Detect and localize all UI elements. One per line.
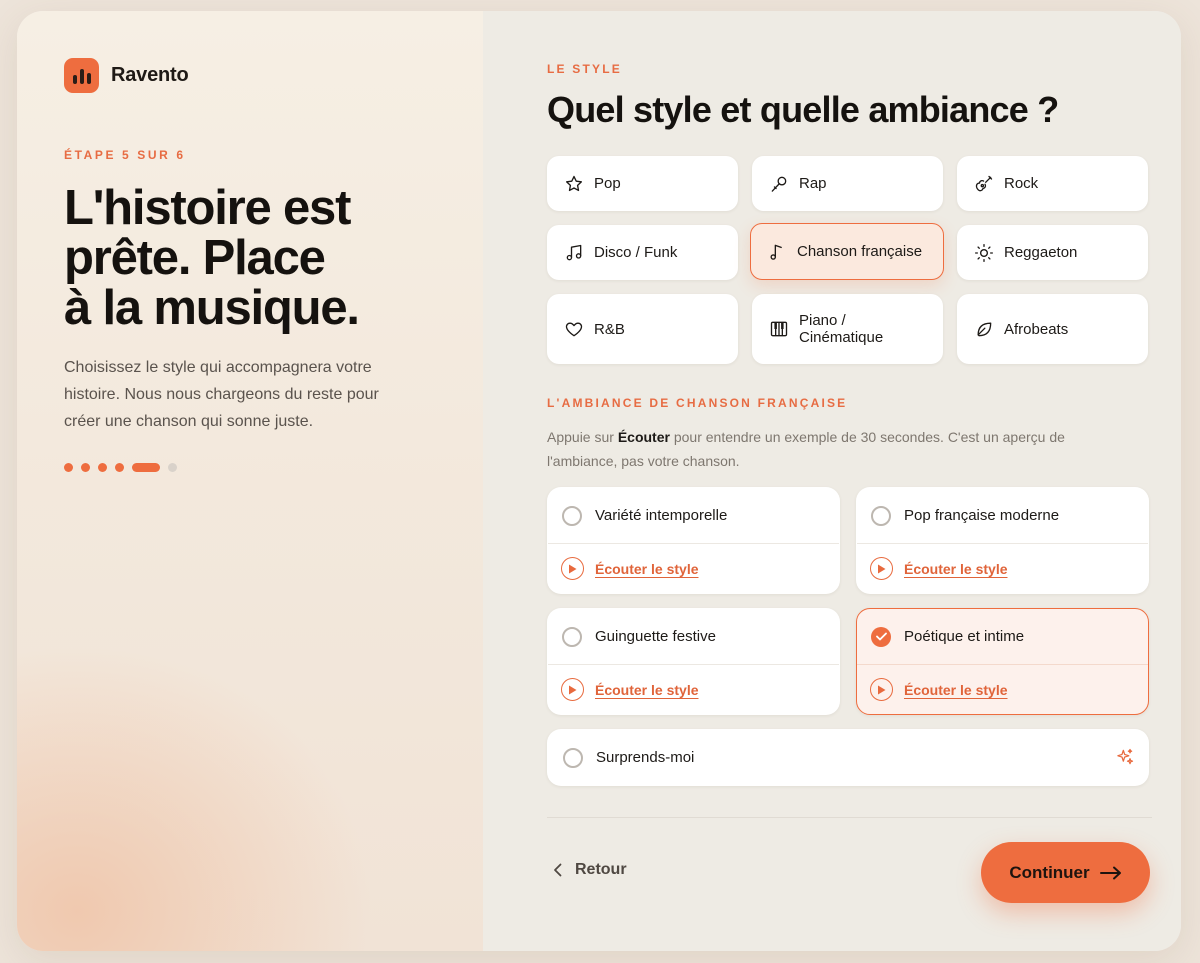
radio-checked-icon[interactable] bbox=[871, 626, 891, 647]
ambiance-option-variete: Variété intemporelle Écouter le style bbox=[547, 487, 840, 594]
listen-row: Écouter le style bbox=[857, 665, 1148, 714]
headline-line: prête. Place bbox=[64, 231, 326, 285]
listen-style-link[interactable]: Écouter le style bbox=[595, 561, 699, 577]
back-label: Retour bbox=[575, 861, 627, 878]
progress-dot-todo bbox=[168, 463, 177, 472]
style-section-label: LE STYLE bbox=[547, 62, 622, 76]
step-indicator: ÉTAPE 5 SUR 6 bbox=[64, 148, 186, 162]
ambiance-section-label: L'AMBIANCE DE CHANSON FRANÇAISE bbox=[547, 396, 848, 410]
headline-line: L'histoire est bbox=[64, 181, 351, 235]
hint-emphasis: Écouter bbox=[617, 429, 670, 445]
ambiance-select[interactable]: Pop française moderne bbox=[857, 488, 1148, 544]
guitar-icon bbox=[975, 175, 993, 191]
ambiance-option-surprise[interactable]: Surprends-moi bbox=[547, 729, 1149, 786]
progress-dots bbox=[64, 463, 177, 472]
ambiance-name: Pop française moderne bbox=[904, 507, 1060, 524]
music-notes-icon bbox=[566, 244, 582, 260]
microphone-icon bbox=[771, 176, 787, 192]
intro-headline: L'histoire est prête. Place à la musique… bbox=[64, 183, 444, 333]
ambiance-name: Variété intemporelle bbox=[595, 507, 728, 524]
genre-label: Afrobeats bbox=[1004, 320, 1069, 338]
genre-chanson-francaise[interactable]: Chanson française bbox=[750, 223, 944, 280]
listen-style-link[interactable]: Écouter le style bbox=[904, 561, 1008, 577]
play-icon[interactable] bbox=[561, 678, 584, 701]
page-title: Quel style et quelle ambiance ? bbox=[547, 89, 1059, 130]
sun-icon bbox=[975, 243, 993, 262]
genre-label: Rap bbox=[799, 175, 827, 192]
progress-dot-done bbox=[64, 463, 73, 472]
genre-label: Piano / Cinématique bbox=[799, 312, 884, 346]
brand: Ravento bbox=[64, 58, 189, 93]
headline-line: à la musique. bbox=[64, 281, 360, 335]
chevron-left-icon bbox=[554, 863, 562, 877]
radio-button[interactable] bbox=[562, 505, 582, 526]
heart-icon bbox=[565, 322, 583, 337]
ambiance-option-guinguette: Guinguette festive Écouter le style bbox=[547, 608, 840, 715]
genre-label: Disco / Funk bbox=[594, 244, 678, 261]
listen-row: Écouter le style bbox=[548, 544, 839, 593]
ambiance-select[interactable]: Variété intemporelle bbox=[548, 488, 839, 544]
genre-piano-cinematique[interactable]: Piano / Cinématique bbox=[752, 294, 943, 364]
progress-dot-current bbox=[132, 463, 160, 472]
genre-label: Chanson française bbox=[797, 243, 923, 260]
genre-label: Rock bbox=[1004, 175, 1039, 192]
sparkle-icon bbox=[1117, 748, 1134, 765]
ambiance-option-pop-francaise: Pop française moderne Écouter le style bbox=[856, 487, 1149, 594]
genre-label: Reggaeton bbox=[1004, 244, 1078, 261]
continue-button[interactable]: Continuer bbox=[981, 842, 1150, 903]
hint-text: Appuie sur bbox=[547, 429, 618, 445]
genre-afrobeats[interactable]: Afrobeats bbox=[957, 294, 1148, 364]
listen-row: Écouter le style bbox=[548, 665, 839, 714]
genre-label: R&B bbox=[594, 320, 625, 338]
listen-style-link[interactable]: Écouter le style bbox=[595, 682, 699, 698]
play-icon[interactable] bbox=[561, 557, 584, 580]
genre-rap[interactable]: Rap bbox=[752, 156, 943, 211]
ambiance-hint: Appuie sur Écouter pour entendre un exem… bbox=[547, 425, 1127, 473]
ambiance-name: Guinguette festive bbox=[595, 628, 716, 645]
genre-pop[interactable]: Pop bbox=[547, 156, 738, 211]
genre-rnb[interactable]: R&B bbox=[547, 294, 738, 364]
star-icon bbox=[566, 175, 582, 191]
leaf-icon bbox=[977, 322, 992, 337]
brand-name: Ravento bbox=[111, 64, 189, 86]
progress-dot-done bbox=[98, 463, 107, 472]
arrow-right-icon bbox=[1099, 866, 1121, 879]
ambiance-name: Surprends-moi bbox=[596, 749, 695, 766]
ambiance-name: Poétique et intime bbox=[904, 628, 1025, 645]
genre-label: Pop bbox=[594, 175, 621, 192]
radio-button[interactable] bbox=[563, 747, 583, 768]
back-button[interactable]: Retour bbox=[553, 861, 627, 879]
piano-icon bbox=[770, 321, 788, 337]
play-icon[interactable] bbox=[870, 678, 893, 701]
divider bbox=[547, 817, 1152, 818]
ambiance-select[interactable]: Guinguette festive bbox=[548, 609, 839, 665]
progress-dot-done bbox=[115, 463, 124, 472]
progress-dot-done bbox=[81, 463, 90, 472]
ambiance-select[interactable]: Poétique et intime bbox=[857, 609, 1148, 665]
genre-reggaeton[interactable]: Reggaeton bbox=[957, 225, 1148, 280]
radio-button[interactable] bbox=[562, 626, 582, 647]
music-note-icon bbox=[770, 244, 782, 260]
listen-row: Écouter le style bbox=[857, 544, 1148, 593]
logo-bars-icon bbox=[64, 58, 99, 93]
ambiance-option-poetique: Poétique et intime Écouter le style bbox=[856, 608, 1149, 715]
listen-style-link[interactable]: Écouter le style bbox=[904, 682, 1008, 698]
onboarding-card: Ravento ÉTAPE 5 SUR 6 L'histoire est prê… bbox=[17, 11, 1181, 951]
genre-rock[interactable]: Rock bbox=[957, 156, 1148, 211]
intro-description: Choisissez le style qui accompagnera vot… bbox=[64, 359, 379, 430]
genre-disco-funk[interactable]: Disco / Funk bbox=[547, 225, 738, 280]
radio-button[interactable] bbox=[871, 505, 891, 526]
style-panel: LE STYLE Quel style et quelle ambiance ?… bbox=[483, 11, 1181, 951]
play-icon[interactable] bbox=[870, 557, 893, 580]
continue-label: Continuer bbox=[1009, 862, 1090, 882]
intro-panel: Ravento ÉTAPE 5 SUR 6 L'histoire est prê… bbox=[17, 11, 483, 951]
